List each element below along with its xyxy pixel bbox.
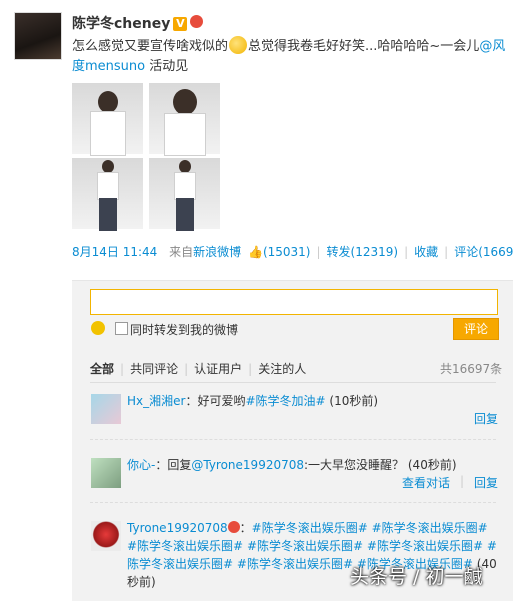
post-photo-1[interactable] bbox=[72, 83, 143, 156]
post-photo-4[interactable] bbox=[149, 158, 220, 231]
comment-avatar[interactable] bbox=[91, 394, 121, 424]
comment-user-link[interactable]: 你心- bbox=[127, 458, 155, 472]
topic-tag-link[interactable]: #陈学冬滚出娱乐圈# bbox=[372, 521, 488, 535]
topic-tag-link[interactable]: #陈学冬滚出娱乐圈# bbox=[252, 521, 368, 535]
view-conversation-link[interactable]: 查看对话 bbox=[402, 474, 450, 491]
topic-tag-link[interactable]: #陈学冬滚出娱乐圈# bbox=[237, 557, 353, 571]
post-text: 怎么感觉又要宣传啥戏似的 总觉得我卷毛好好笑...哈哈哈哈~一会儿@风度mensu… bbox=[72, 36, 512, 77]
mention-link[interactable]: @Tyrone19920708 bbox=[191, 458, 304, 472]
post-photo-3[interactable] bbox=[72, 158, 143, 231]
topic-tag-link[interactable]: #陈学冬滚出娱乐圈# bbox=[367, 539, 483, 553]
post-actions: 👍(15031)|转发(12319)|收藏|评论(16697 bbox=[248, 243, 514, 260]
topic-tag-link[interactable]: #陈学冬滚出娱乐圈# bbox=[247, 539, 363, 553]
author-avatar[interactable] bbox=[14, 12, 62, 60]
author-name[interactable]: 陈学冬cheney V bbox=[72, 13, 204, 33]
filter-all[interactable]: 全部 bbox=[90, 362, 114, 376]
reply-button[interactable]: 回复 bbox=[474, 474, 498, 491]
filter-common[interactable]: 共同评论 bbox=[130, 362, 178, 376]
forward-checkbox[interactable] bbox=[115, 322, 128, 335]
like-button[interactable]: 👍(15031) bbox=[248, 245, 311, 259]
emoji-icon bbox=[229, 36, 248, 54]
source-prefix: 来自 bbox=[169, 245, 194, 259]
post-date-link[interactable]: 8月14日 11:44 bbox=[72, 245, 157, 259]
watermark: 头条号 / 初一鹹 bbox=[350, 566, 483, 588]
topic-tag-link[interactable]: #陈学冬滚出娱乐圈# bbox=[127, 539, 243, 553]
member-icon bbox=[227, 521, 240, 533]
smiley-icon[interactable] bbox=[91, 321, 105, 335]
submit-comment-button[interactable]: 评论 bbox=[453, 318, 499, 340]
verified-badge-icon: V bbox=[173, 17, 188, 31]
post-text-c: 活动见 bbox=[145, 59, 189, 74]
post-text-a: 怎么感觉又要宣传啥戏似的 bbox=[72, 39, 229, 54]
comment-user-link[interactable]: Hx_湘湘er bbox=[127, 394, 185, 408]
filter-following[interactable]: 关注的人 bbox=[258, 362, 306, 376]
post-text-b: 总觉得我卷毛好好笑...哈哈哈哈~一会儿 bbox=[248, 39, 480, 54]
comment-text: Hx_湘湘er：好可爱哟#陈学冬加油# (10秒前) bbox=[127, 394, 379, 408]
forward-checkbox-label[interactable]: 同时转发到我的微博 bbox=[130, 321, 238, 338]
comment-input[interactable] bbox=[90, 289, 498, 315]
divider bbox=[90, 502, 496, 504]
thumbs-up-icon: 👍 bbox=[248, 245, 263, 259]
comment-text: 你心-：回复@Tyrone19920708:一大早您没睡醒？ (40秒前) bbox=[127, 458, 457, 472]
forward-button[interactable]: 转发(12319) bbox=[327, 245, 399, 259]
divider bbox=[90, 382, 496, 383]
post-photo-2[interactable] bbox=[149, 83, 220, 156]
divider bbox=[90, 439, 496, 441]
favorite-button[interactable]: 收藏 bbox=[414, 245, 438, 259]
comment-filters: 全部 | 共同评论 | 认证用户 | 关注的人 bbox=[90, 362, 307, 376]
comment-button[interactable]: 评论(16697 bbox=[454, 245, 514, 259]
comment-total: 共16697条 bbox=[440, 362, 503, 376]
member-icon bbox=[190, 15, 204, 28]
comment-user-link[interactable]: Tyrone19920708 bbox=[127, 521, 228, 535]
reply-button[interactable]: 回复 bbox=[474, 410, 498, 427]
author-name-text[interactable]: 陈学冬cheney bbox=[72, 16, 170, 32]
source-link[interactable]: 新浪微博 bbox=[193, 245, 241, 259]
comment-avatar[interactable] bbox=[91, 521, 121, 551]
filter-verified[interactable]: 认证用户 bbox=[194, 362, 242, 376]
topic-tag-link[interactable]: #陈学冬加油# bbox=[245, 394, 325, 408]
comment-avatar[interactable] bbox=[91, 458, 121, 488]
